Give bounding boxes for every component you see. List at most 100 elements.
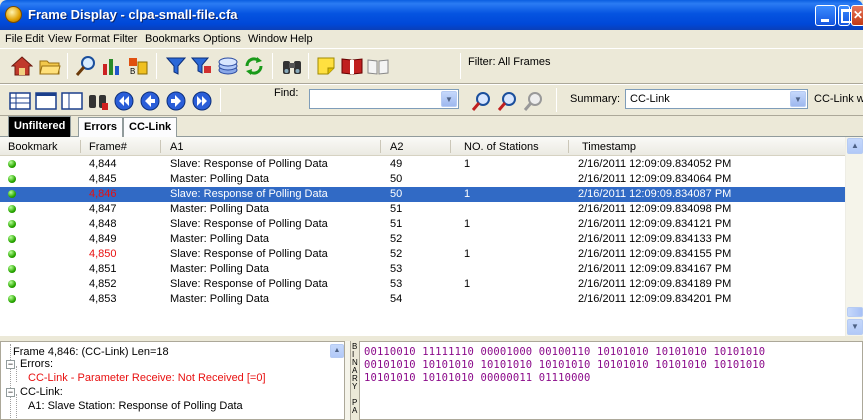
detail-pane-icon[interactable] (8, 89, 32, 113)
find-frame-icon[interactable] (86, 89, 110, 113)
book-open-icon[interactable] (366, 54, 390, 78)
filter-edit-icon[interactable] (190, 54, 214, 78)
menu-window[interactable]: Window (248, 33, 287, 45)
tab-errors[interactable]: Errors (78, 117, 124, 137)
column-frame[interactable]: Frame# (89, 141, 127, 153)
find-next-icon[interactable] (496, 89, 520, 113)
table-row[interactable]: 4,850 Slave: Response of Polling Data 52 1 2… (0, 247, 845, 262)
cell-frame: 4,851 (89, 263, 117, 275)
cell-frame: 4,846 (89, 188, 117, 200)
cell-frame: 4,844 (89, 158, 117, 170)
bookmark-dot-icon[interactable] (8, 220, 16, 228)
table-row[interactable]: 4,844 Slave: Response of Polling Data 49 1 2… (0, 157, 845, 172)
split-pane-icon[interactable] (60, 89, 84, 113)
previous-frame-icon[interactable] (138, 89, 162, 113)
tree-error-item[interactable]: CC-Link - Parameter Receive: Not Receive… (28, 372, 266, 384)
bookmark-dot-icon[interactable] (8, 280, 16, 288)
minimize-button[interactable] (815, 5, 836, 26)
table-row[interactable]: 4,849 Master: Polling Data 52 2/16/2011 12:… (0, 232, 845, 247)
table-row[interactable]: 4,846 Slave: Response of Polling Data 50 1 2… (0, 187, 845, 202)
bookmark-dot-icon[interactable] (8, 250, 16, 258)
find-options-icon[interactable] (522, 89, 546, 113)
column-a2[interactable]: A2 (390, 141, 403, 153)
column-bookmark[interactable]: Bookmark (8, 141, 58, 153)
tree-a1-item[interactable]: A1: Slave Station: Response of Polling D… (28, 400, 243, 412)
bookmark-dot-icon[interactable] (8, 205, 16, 213)
menu-help[interactable]: Help (290, 33, 313, 45)
toolbar-separator (156, 53, 157, 79)
cell-timestamp: 2/16/2011 12:09:09.834133 PM (578, 233, 732, 245)
table-row[interactable]: 4,853 Master: Polling Data 54 2/16/2011 12:… (0, 292, 845, 307)
home-icon[interactable] (10, 54, 34, 78)
bookmark-dot-icon[interactable] (8, 295, 16, 303)
scroll-down-icon[interactable]: ▼ (847, 319, 863, 335)
binoculars-icon[interactable] (280, 54, 304, 78)
maximize-button[interactable] (838, 5, 853, 26)
menu-options[interactable]: Options (203, 33, 241, 45)
binary-pane[interactable]: 00110010 11111110 00001000 00100110 1010… (359, 341, 863, 420)
summary-dropdown-arrow-icon[interactable]: ▼ (790, 91, 806, 107)
table-row[interactable]: 4,845 Master: Polling Data 50 2/16/2011 12:… (0, 172, 845, 187)
tab-unfiltered[interactable]: Unfiltered (8, 116, 72, 137)
bookmark-dot-icon[interactable] (8, 175, 16, 183)
decode-tree[interactable]: Frame 4,846: (CC-Link) Len=18 − Errors: … (0, 341, 345, 420)
table-scrollbar[interactable]: ▲ ▼ (845, 137, 863, 336)
tab-cc-link[interactable]: CC-Link (123, 117, 178, 137)
menu-edit[interactable]: Edit (25, 33, 44, 45)
menu-format[interactable]: Format (75, 33, 110, 45)
first-frame-icon[interactable] (112, 89, 136, 113)
table-row[interactable]: 4,847 Master: Polling Data 51 2/16/2011 12:… (0, 202, 845, 217)
bookmark-dot-icon[interactable] (8, 190, 16, 198)
tree-scroll-up-icon[interactable]: ▲ (330, 344, 344, 358)
table-row[interactable]: 4,848 Slave: Response of Polling Data 51 1 2… (0, 217, 845, 232)
cell-timestamp: 2/16/2011 12:09:09.834155 PM (578, 248, 732, 260)
bookmark-dot-icon[interactable] (8, 235, 16, 243)
table-row[interactable]: 4,852 Slave: Response of Polling Data 53 1 2… (0, 277, 845, 292)
protocol-stack-icon[interactable]: B (126, 54, 150, 78)
app-icon[interactable] (5, 6, 22, 23)
zoom-icon[interactable] (74, 54, 98, 78)
bookmark-dot-icon[interactable] (8, 160, 16, 168)
tree-frame-summary[interactable]: Frame 4,846: (CC-Link) Len=18 (13, 346, 169, 358)
scroll-up-icon[interactable]: ▲ (847, 138, 863, 154)
summary-extra-select[interactable]: CC-Link with Auto (814, 93, 863, 105)
frame-table[interactable]: Bookmark Frame# A1 A2 NO. of Stations Ti… (0, 137, 845, 336)
bookmark-dot-icon[interactable] (8, 265, 16, 273)
bar-chart-icon[interactable] (100, 54, 124, 78)
scroll-thumb[interactable] (847, 307, 863, 317)
tree-errors[interactable]: Errors: (20, 358, 53, 370)
filter-icon[interactable] (164, 54, 188, 78)
cell-frame: 4,845 (89, 173, 117, 185)
cell-a2: 52 (390, 248, 403, 260)
find-previous-icon[interactable] (470, 89, 494, 113)
close-button[interactable] (851, 5, 863, 26)
collapse-icon[interactable]: − (6, 388, 15, 397)
menu-filter[interactable]: Filter (113, 33, 137, 45)
find-dropdown-arrow-icon[interactable]: ▼ (441, 91, 457, 107)
column-stations[interactable]: NO. of Stations (464, 141, 539, 153)
open-folder-icon[interactable] (38, 54, 62, 78)
binary-side-letter: A (352, 406, 358, 415)
single-pane-icon[interactable] (34, 89, 58, 113)
find-input[interactable]: ▼ (309, 89, 459, 109)
summary-value: CC-Link (630, 93, 670, 105)
table-row[interactable]: 4,851 Master: Polling Data 53 2/16/2011 12:… (0, 262, 845, 277)
note-icon[interactable] (314, 54, 338, 78)
menu-bookmarks[interactable]: Bookmarks (145, 33, 200, 45)
menu-file[interactable]: File (5, 33, 23, 45)
summary-select[interactable]: CC-Link ▼ (625, 89, 808, 109)
next-frame-icon[interactable] (164, 89, 188, 113)
cell-a2: 54 (390, 293, 403, 305)
column-timestamp[interactable]: Timestamp (582, 141, 636, 153)
menu-view[interactable]: View (48, 33, 72, 45)
column-a1[interactable]: A1 (170, 141, 183, 153)
refresh-icon[interactable] (242, 54, 266, 78)
title-bar[interactable]: Frame Display - clpa-small-file.cfa (0, 0, 863, 30)
tree-cc-link[interactable]: CC-Link: (20, 386, 63, 398)
layers-icon[interactable] (216, 54, 240, 78)
bookmark-book-icon[interactable] (340, 54, 364, 78)
last-frame-icon[interactable] (190, 89, 214, 113)
cell-stations: 1 (464, 218, 471, 230)
navigation-toolbar: Find: ▼ Summary: CC-Link ▼ CC-Link with … (0, 84, 863, 116)
collapse-icon[interactable]: − (6, 360, 15, 369)
